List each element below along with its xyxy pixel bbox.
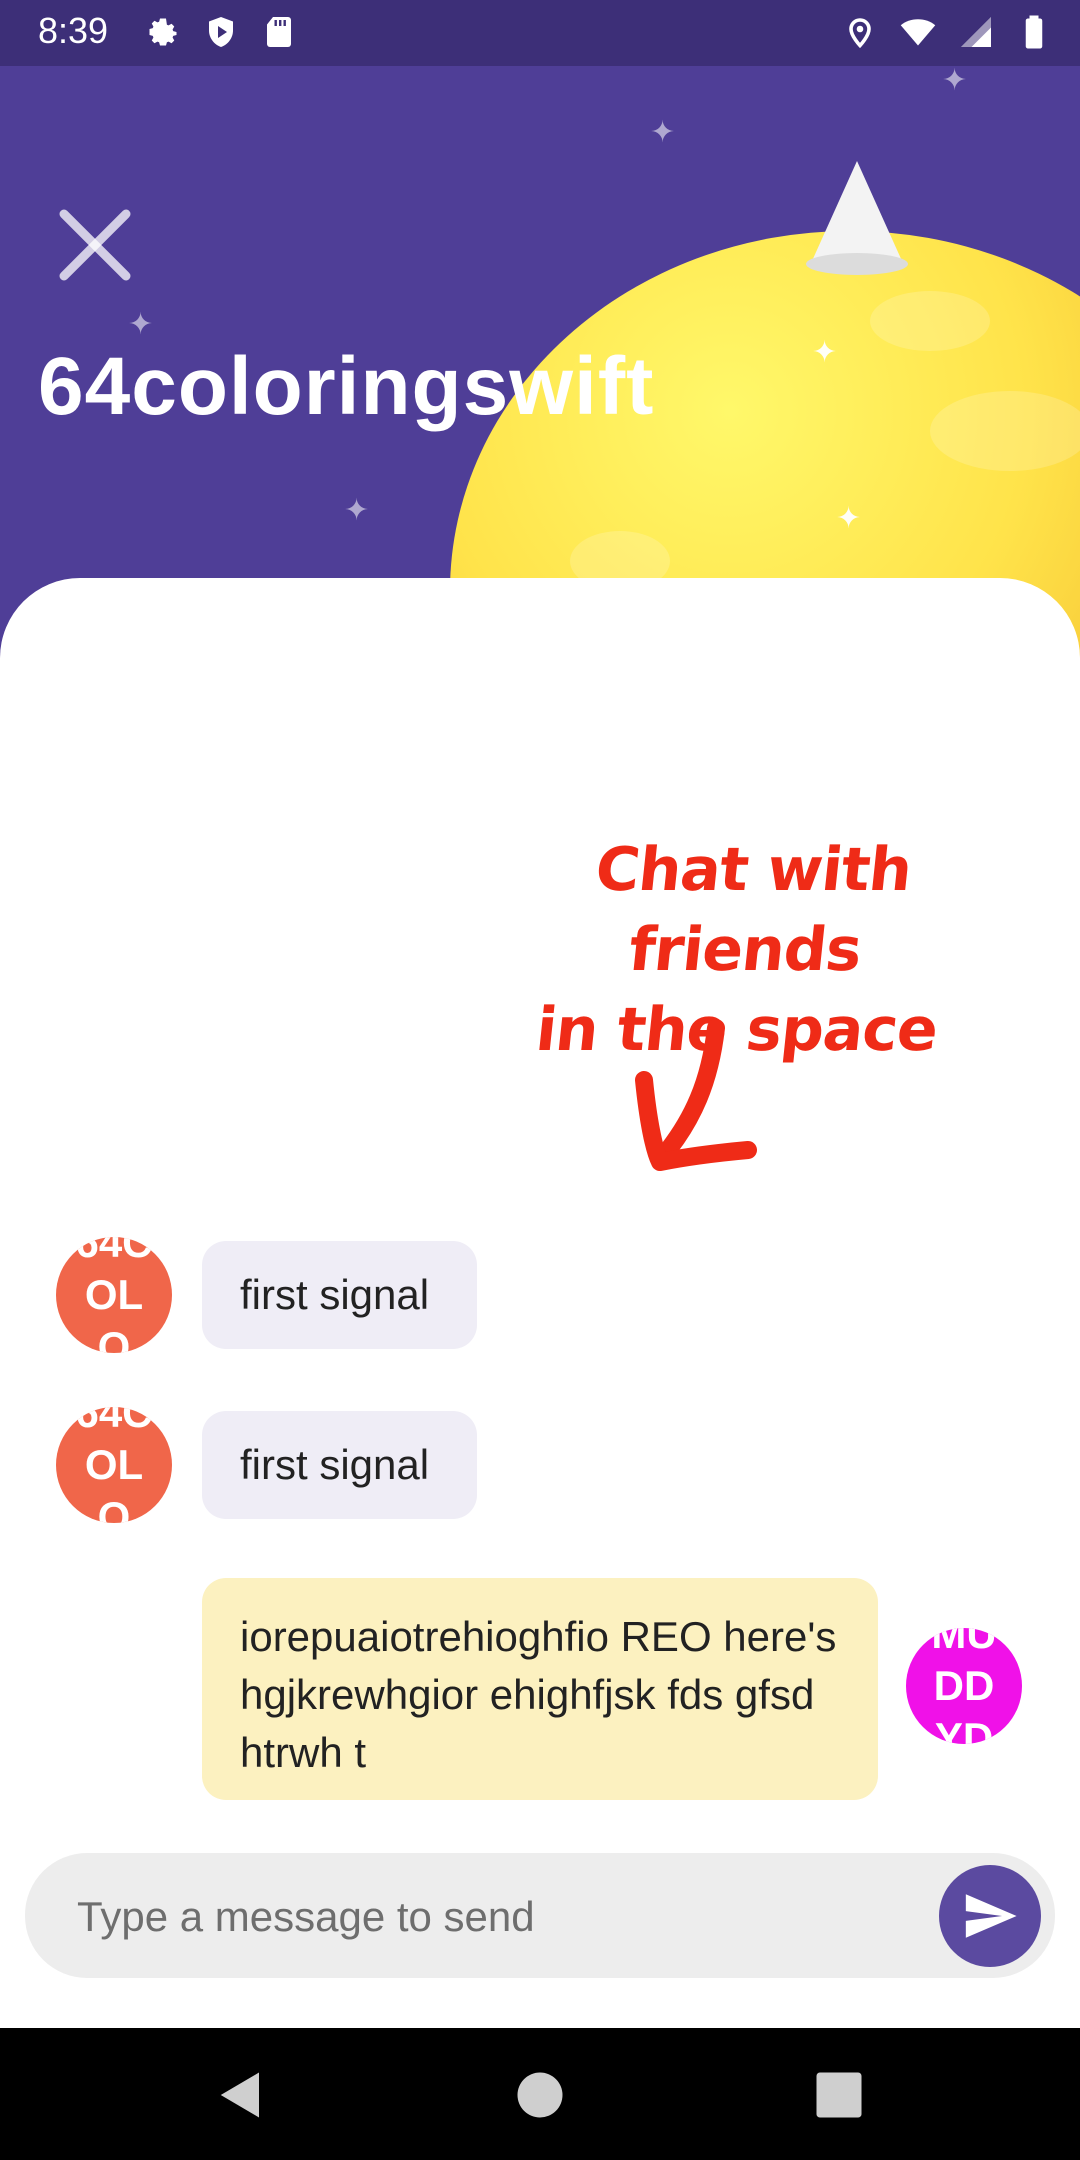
message-row: iorepuaiotrehioghfio REO here's hgjkrewh… xyxy=(0,1578,1080,1800)
status-time: 8:39 xyxy=(38,10,109,51)
arrow-icon xyxy=(635,1019,757,1171)
location-icon xyxy=(849,18,871,49)
close-icon[interactable] xyxy=(50,200,140,290)
annotation-line-1: Chat with friends xyxy=(592,835,915,985)
star-icon: ✦ xyxy=(836,502,862,535)
signal-icon xyxy=(961,17,991,47)
gear-icon xyxy=(149,18,177,46)
message-bubble[interactable]: first signal xyxy=(202,1241,477,1349)
message-composer xyxy=(25,1853,1055,1980)
sd-card-icon xyxy=(267,17,291,47)
page-title: 64coloringswift xyxy=(38,341,655,432)
back-icon[interactable] xyxy=(214,2068,268,2122)
star-icon: ✦ xyxy=(128,308,154,341)
avatar[interactable]: MUDDYD xyxy=(906,1628,1022,1744)
send-button[interactable] xyxy=(939,1865,1041,1967)
message-text: iorepuaiotrehioghfio REO here's hgjkrewh… xyxy=(240,1613,837,1776)
message-bubble[interactable]: iorepuaiotrehioghfio REO here's hgjkrewh… xyxy=(202,1578,878,1800)
message-input[interactable] xyxy=(75,1853,919,1980)
message-text: first signal xyxy=(240,1441,430,1488)
message-row: 64COLO first signal xyxy=(0,1235,1080,1355)
home-icon[interactable] xyxy=(513,2068,567,2122)
avatar-initials: MUDDYD xyxy=(931,1628,997,1744)
avatar-initials: 64COLO xyxy=(75,1237,153,1353)
rocket-cone-illustration xyxy=(812,161,902,261)
status-bar: 8:39 xyxy=(0,0,1080,66)
shield-icon xyxy=(209,17,233,47)
message-row: 64COLO first signal xyxy=(0,1405,1080,1525)
avatar-initials: 64COLO xyxy=(75,1407,153,1523)
send-icon xyxy=(965,1894,1017,1938)
star-icon: ✦ xyxy=(942,66,968,97)
star-icon: ✦ xyxy=(812,336,838,369)
navigation-bar xyxy=(0,2028,1080,2160)
message-bubble[interactable]: first signal xyxy=(202,1411,477,1519)
avatar[interactable]: 64COLO xyxy=(56,1407,172,1523)
recents-icon[interactable] xyxy=(812,2068,866,2122)
battery-icon xyxy=(1025,15,1043,49)
message-text: first signal xyxy=(240,1271,430,1318)
star-icon: ✦ xyxy=(344,494,370,527)
wifi-icon xyxy=(900,19,936,46)
avatar[interactable]: 64COLO xyxy=(56,1237,172,1353)
star-icon: ✦ xyxy=(650,116,676,149)
